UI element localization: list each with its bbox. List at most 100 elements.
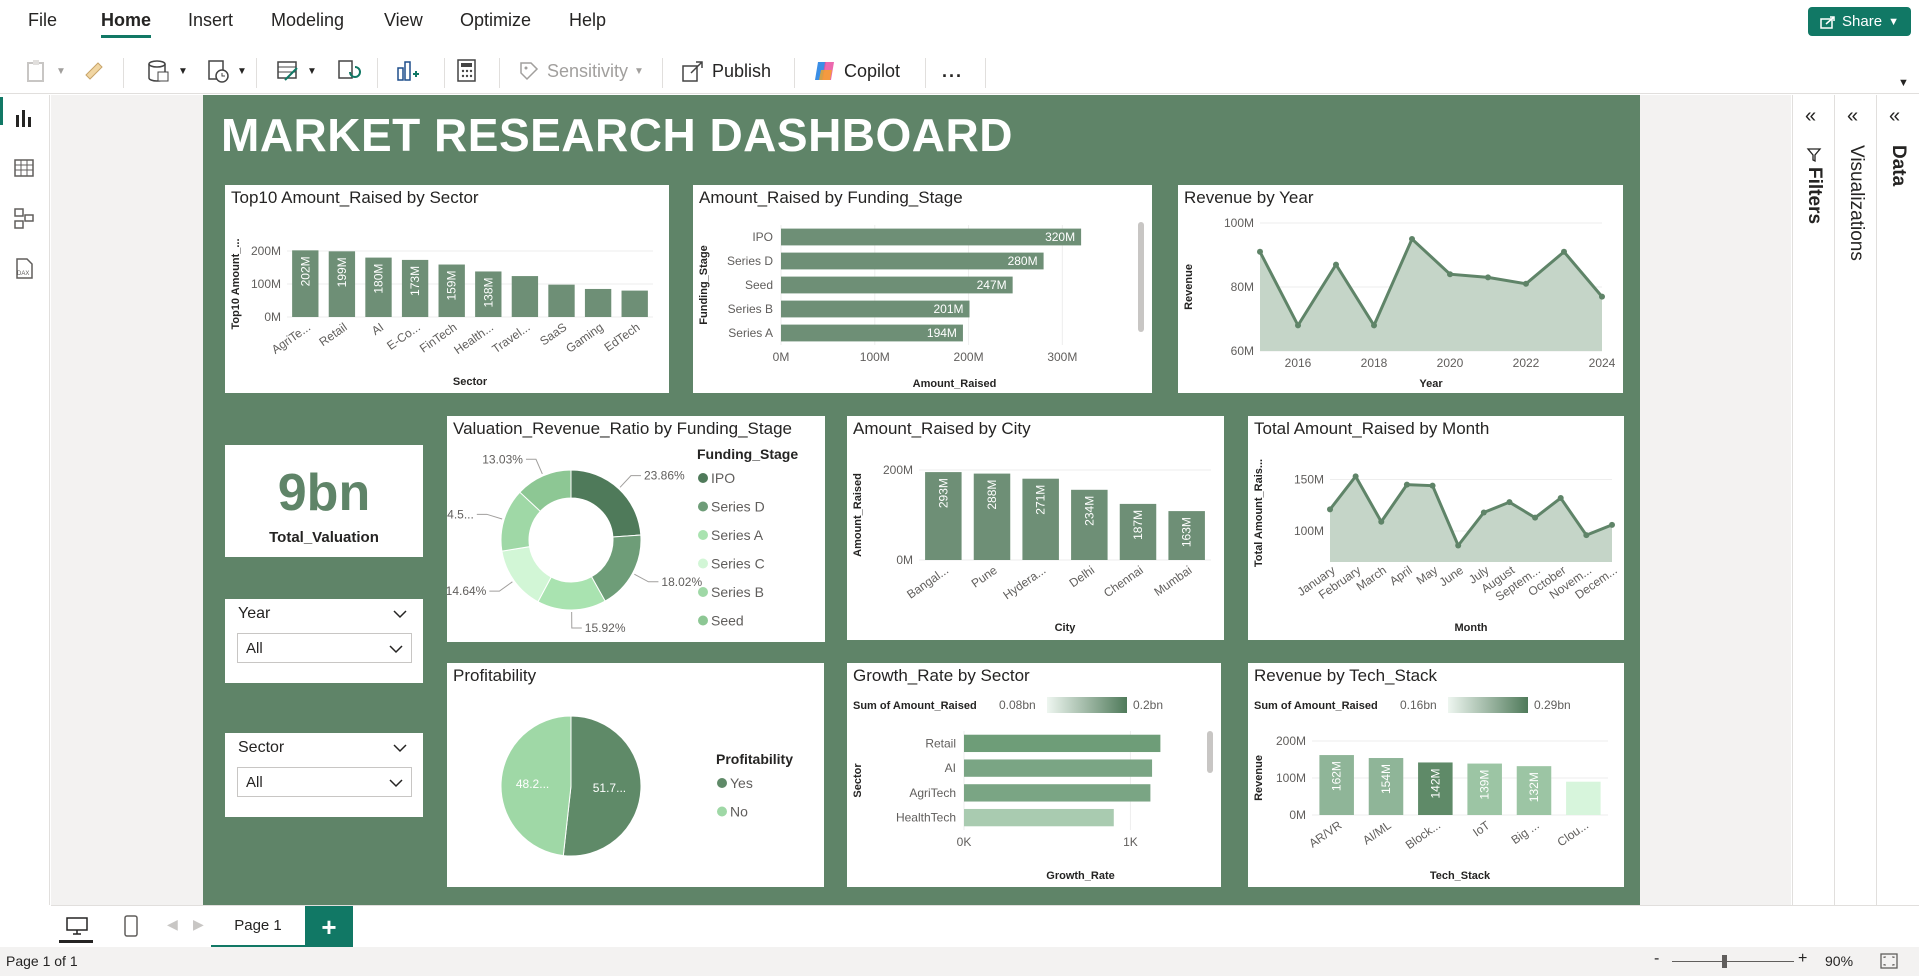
new-measure-button[interactable] (455, 56, 479, 86)
y-axis-label: Top10 Amount_... (230, 238, 242, 329)
paste-button[interactable]: ▼ (24, 56, 66, 86)
x-tick-label: 2020 (1437, 356, 1464, 370)
copilot-button[interactable]: Copilot (812, 56, 900, 86)
add-page-button[interactable]: + (305, 906, 353, 948)
dax-icon[interactable]: DAX (13, 257, 35, 279)
zoom-out-button[interactable]: - (1654, 950, 1659, 968)
filters-pane[interactable]: « Filters (1792, 95, 1834, 905)
collapse-icon[interactable]: « (1847, 105, 1858, 128)
x-axis-label: Tech_Stack (1430, 870, 1491, 882)
zoom-slider-thumb[interactable] (1722, 955, 1727, 968)
table-view-icon[interactable] (13, 157, 35, 179)
chevron-down-icon[interactable] (393, 609, 407, 619)
menu-bar: File Home Insert Modeling View Optimize … (0, 0, 1919, 43)
scrollbar[interactable] (1207, 731, 1213, 773)
scroll-left-icon[interactable]: ◀ (167, 916, 178, 933)
y-tick-label: 150M (1294, 472, 1324, 486)
x-tick-label: Big ... (1509, 818, 1542, 847)
y-tick-label: AI (945, 761, 956, 775)
visualizations-pane[interactable]: « Visualizations (1834, 95, 1876, 905)
more-options-button[interactable]: ... (942, 56, 963, 86)
chart-funding-stage[interactable]: Amount_Raised by Funding_Stage 0M 100M 200… (693, 185, 1152, 393)
chart-tech-stack[interactable]: Revenue by Tech_Stack Sum of Amount_Rais… (1248, 663, 1624, 887)
data-label: 13.03% (482, 452, 523, 466)
y-tick-label: Series B (728, 302, 773, 316)
chart-city[interactable]: Amount_Raised by City 0M 200M 293M Bangal..… (847, 416, 1224, 640)
sensitivity-icon (520, 62, 539, 81)
sector-dropdown[interactable]: All (237, 767, 412, 797)
publish-button[interactable]: Publish (680, 56, 771, 86)
format-painter-button[interactable] (82, 56, 106, 86)
x-tick-label: 2022 (1513, 356, 1540, 370)
kpi-card-total-valuation[interactable]: 9bn Total_Valuation (225, 445, 423, 557)
menu-help[interactable]: Help (569, 10, 606, 31)
data-point (1409, 236, 1415, 242)
fit-to-page-icon[interactable] (1880, 953, 1898, 969)
data-pane[interactable]: « Data (1876, 95, 1919, 905)
chart-revenue-year[interactable]: Revenue by Year 60M 80M 100M 2016 2018 2020 20… (1178, 185, 1623, 393)
bar (1566, 781, 1601, 815)
copilot-icon (815, 62, 834, 80)
menu-home[interactable]: Home (101, 10, 152, 38)
share-label: Share (1842, 13, 1883, 30)
tab-page-1[interactable]: Page 1 (211, 906, 305, 948)
legend-title: Sum of Amount_Raised (853, 700, 977, 712)
collapse-icon[interactable]: « (1889, 105, 1900, 128)
scrollbar[interactable] (1138, 222, 1144, 332)
y-tick-label: 100M (1294, 524, 1324, 538)
sensitivity-button[interactable]: Sensitivity ▼ (517, 56, 644, 86)
menu-optimize[interactable]: Optimize (460, 10, 531, 31)
data-point (1583, 532, 1590, 539)
legend-title: Funding_Stage (697, 446, 798, 462)
recent-sources-button[interactable]: ▼ (205, 56, 247, 86)
menu-file[interactable]: File (28, 10, 57, 31)
data-point (1295, 322, 1301, 329)
menu-view[interactable]: View (384, 10, 423, 31)
sensitivity-label: Sensitivity (547, 60, 629, 81)
chart-sector-top10[interactable]: Top10 Amount_Raised by Sector 0M 100M 200M… (225, 185, 669, 393)
x-axis-label: Amount_Raised (913, 378, 997, 390)
y-tick-label: Retail (925, 736, 956, 750)
collapse-icon[interactable]: « (1805, 105, 1816, 128)
x-tick-label: AgriTe... (269, 320, 313, 357)
transform-data-button[interactable]: ▼ (275, 56, 317, 86)
leader-line (571, 611, 582, 629)
chart-profitability[interactable]: Profitability 51.7... 48.2... Profitabilit… (447, 663, 824, 887)
desktop-layout-icon[interactable] (65, 916, 89, 936)
refresh-button[interactable] (336, 56, 362, 86)
chart-month[interactable]: Total Amount_Raised by Month 100M 150M Jan… (1248, 416, 1624, 640)
new-visual-button[interactable] (395, 56, 421, 86)
legend-item: Series D (711, 499, 765, 515)
chart-growth-rate[interactable]: Growth_Rate by Sector Sum of Amount_Rais… (847, 663, 1221, 887)
zoom-slider[interactable] (1672, 961, 1794, 962)
model-view-icon[interactable] (13, 207, 35, 229)
x-axis-label: City (1055, 622, 1077, 634)
report-view-icon[interactable] (13, 107, 35, 129)
x-tick-label: FinTech (417, 320, 459, 356)
data-label: 15.92% (585, 621, 626, 635)
scroll-right-icon[interactable]: ▶ (193, 916, 204, 933)
data-point (1352, 473, 1359, 480)
get-data-button[interactable]: ▼ (146, 56, 188, 86)
menu-modeling[interactable]: Modeling (271, 10, 344, 31)
x-tick-label: Mumbai (1151, 563, 1194, 599)
legend-item: Yes (730, 775, 753, 791)
share-button[interactable]: Share ▼ (1808, 7, 1911, 36)
chevron-down-icon[interactable] (393, 743, 407, 753)
refresh-icon (338, 60, 361, 79)
legend-marker (698, 615, 708, 626)
leader-line (525, 458, 543, 475)
mobile-layout-icon[interactable] (123, 914, 139, 938)
chart-svg: 0M 200M 293M Bangal... 288M Pune 271M Hydera...… (852, 463, 1211, 634)
collapse-ribbon-chevron-icon[interactable]: ▼ (1898, 68, 1909, 98)
data-label: 247M (977, 278, 1007, 292)
year-dropdown[interactable]: All (237, 633, 412, 663)
data-label: 180M (372, 264, 386, 294)
x-tick-label: 300M (1047, 350, 1077, 364)
chart-valuation-ratio[interactable]: Valuation_Revenue_Ratio by Funding_Stage… (447, 416, 825, 642)
svg-text:DAX: DAX (17, 271, 29, 277)
menu-insert[interactable]: Insert (188, 10, 233, 31)
zoom-in-button[interactable]: + (1798, 950, 1807, 968)
data-label: 234M (1082, 496, 1096, 526)
data-point (1561, 248, 1567, 255)
